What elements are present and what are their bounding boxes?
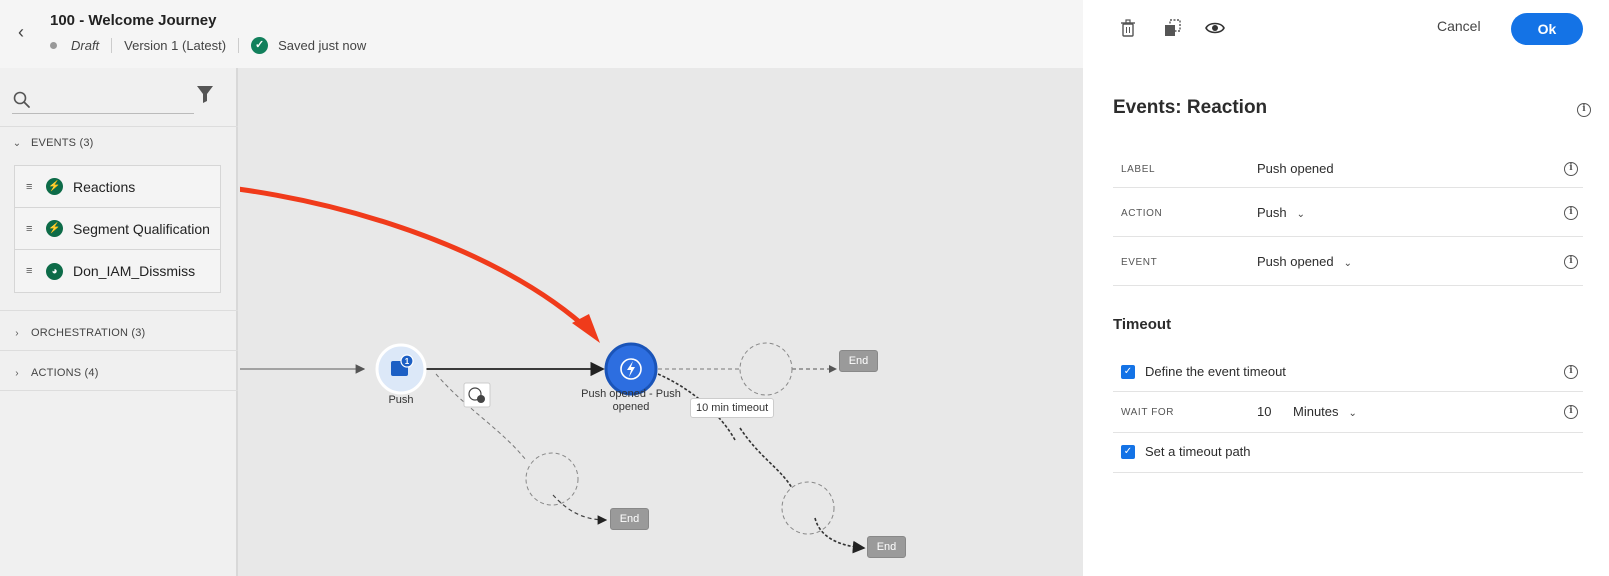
condition-icon[interactable] [463,382,491,408]
annotation-arrow [240,186,595,336]
panel-title: Events: Reaction [1113,97,1268,118]
list-item[interactable]: ≡ ⚡ Segment Qualification [15,208,220,250]
wait-for-value-input[interactable]: 10 [1257,404,1271,419]
divider [0,350,238,351]
timeout-path-label: Set a timeout path [1145,444,1251,459]
filter-icon[interactable] [196,84,214,104]
timeout-section-title: Timeout [1113,316,1172,333]
list-item[interactable]: ≡ ◕ Don_IAM_Dissmiss [15,250,220,292]
action-row: ACTION Push ⌄ [1113,188,1583,237]
version-label: Version 1 (Latest) [112,37,240,53]
drag-handle-icon[interactable]: ≡ [26,223,36,234]
wait-for-row: WAIT FOR 10 Minutes ⌄ [1113,392,1583,433]
label-row: LABEL Push opened [1113,150,1583,188]
drag-handle-icon[interactable]: ≡ [26,266,36,277]
checkmark-icon: ✓ [251,36,269,54]
event-label: Don_IAM_Dissmiss [73,263,196,279]
chevron-down-icon: ⌄ [12,137,22,149]
event-node-label: Push opened - Push opened [581,388,681,413]
lightning-icon: ⚡ [46,220,63,237]
info-icon[interactable]: i [1564,255,1578,269]
wait-unit-dropdown[interactable]: Minutes ⌄ [1293,404,1357,419]
ok-button[interactable]: Ok [1511,13,1583,45]
back-button[interactable]: ‹ [18,22,34,42]
push-node-label: Push [388,394,414,406]
event-field-name: EVENT [1121,257,1158,268]
timeout-path-checkbox[interactable]: ✓ [1121,445,1135,459]
status-dot-icon [50,41,57,49]
section-label: ACTIONS (4) [31,367,99,379]
list-item[interactable]: ≡ ⚡ Reactions [15,166,220,208]
wait-for-label: WAIT FOR [1121,407,1175,418]
duplicate-icon[interactable] [1163,18,1183,38]
info-icon[interactable]: i [1577,103,1591,117]
journey-title: 100 - Welcome Journey [50,12,217,29]
search-field[interactable] [12,84,194,114]
event-label: Segment Qualification [73,220,210,237]
chevron-right-icon: › [15,367,19,379]
saved-status: Saved just now [278,37,367,53]
cancel-button[interactable]: Cancel [1437,18,1481,34]
info-icon[interactable]: i [1564,162,1578,176]
event-value: Push opened [1257,254,1334,269]
journey-editor: ‹ 100 - Welcome Journey Draft Version 1 … [0,0,1083,576]
empty-node-placeholder[interactable] [781,481,835,535]
action-value: Push [1257,205,1287,220]
define-timeout-label: Define the event timeout [1145,364,1286,379]
wait-unit-value: Minutes [1293,404,1339,419]
drag-handle-icon[interactable]: ≡ [26,181,36,192]
end-node[interactable]: End [867,536,906,558]
push-node[interactable]: 1 [375,343,427,395]
properties-panel [1083,0,1609,576]
activity-palette: ⌄ EVENTS (3) ≡ ⚡ Reactions ≡ ⚡ Segment Q… [0,68,238,576]
event-node[interactable] [604,342,658,396]
divider [0,390,238,391]
globe-icon: ◕ [46,262,63,280]
label-field-name: LABEL [1121,164,1156,175]
event-list: ≡ ⚡ Reactions ≡ ⚡ Segment Qualification … [14,165,221,293]
search-icon [13,91,30,108]
action-dropdown[interactable]: Push ⌄ [1257,205,1305,220]
journey-header: ‹ 100 - Welcome Journey Draft Version 1 … [0,0,1083,68]
timeout-badge: 10 min timeout [690,398,775,418]
section-label: EVENTS (3) [31,137,94,149]
define-timeout-checkbox[interactable]: ✓ [1121,365,1135,379]
chevron-down-icon: ⌄ [1343,258,1353,269]
chevron-right-icon: › [15,327,19,339]
action-field-name: ACTION [1121,208,1163,219]
info-icon[interactable]: i [1564,365,1578,379]
connector [814,517,866,554]
chevron-down-icon: ⌄ [1296,209,1306,220]
divider [0,310,238,311]
section-label: ORCHESTRATION (3) [31,327,146,339]
section-actions[interactable]: › ACTIONS (4) [0,362,238,384]
section-orchestration[interactable]: › ORCHESTRATION (3) [0,322,238,344]
lightning-icon: ⚡ [46,178,63,195]
event-row: EVENT Push opened ⌄ [1113,237,1583,286]
label-field-value[interactable]: Push opened [1257,161,1334,176]
eye-icon[interactable] [1205,18,1225,38]
empty-node-placeholder[interactable] [739,342,793,396]
event-label: Reactions [73,178,136,195]
connector [552,494,608,525]
info-icon[interactable]: i [1564,206,1578,220]
journey-canvas[interactable]: 1 Push Push opened - Push opened 10 min … [240,68,1083,576]
push-badge-text: 1 [405,357,410,366]
chevron-down-icon: ⌄ [1348,408,1357,419]
empty-node-placeholder[interactable] [525,452,579,506]
divider [0,126,238,127]
event-dropdown[interactable]: Push opened ⌄ [1257,254,1352,269]
status-label: Draft [71,37,113,53]
end-node[interactable]: End [610,508,649,530]
journey-meta: Draft Version 1 (Latest) ✓ Saved just no… [50,36,366,54]
canvas-connections: 1 [240,186,866,554]
section-events[interactable]: ⌄ EVENTS (3) [0,132,238,154]
info-icon[interactable]: i [1564,405,1578,419]
end-node[interactable]: End [839,350,878,372]
trash-icon[interactable] [1118,18,1138,38]
connector [739,427,793,489]
